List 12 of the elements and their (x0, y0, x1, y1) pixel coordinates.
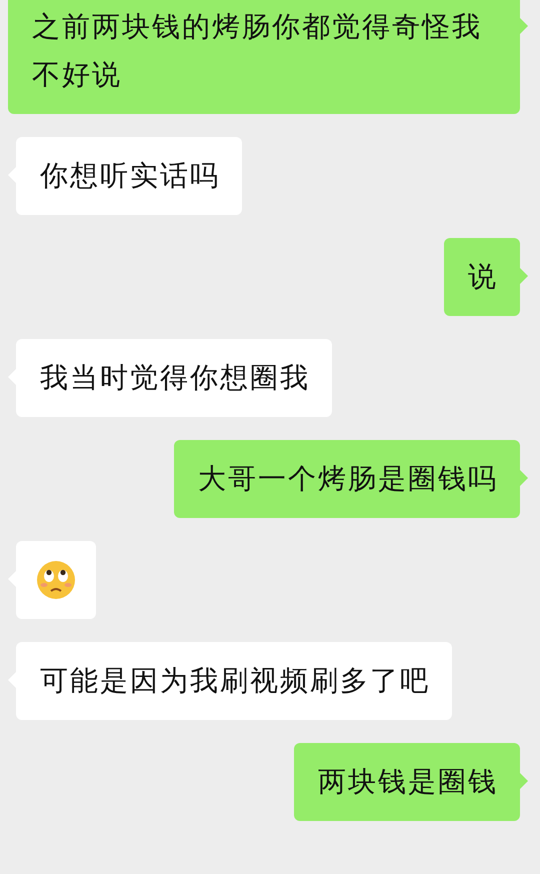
message-bubble: 你想听实话吗 (16, 137, 242, 215)
bubble-tail (520, 268, 528, 284)
message-bubble: 两块钱是圈钱 (294, 743, 520, 821)
message-bubble: 我当时觉得你想圈我 (16, 339, 332, 417)
message-bubble: 大哥一个烤肠是圈钱吗 (174, 440, 520, 518)
message-bubble: 之前两块钱的烤肠你都觉得奇怪我不好说 (8, 0, 520, 114)
bubble-tail (520, 773, 528, 789)
message-bubble: 可能是因为我刷视频刷多了吧 (16, 642, 452, 720)
bubble-tail (520, 470, 528, 486)
emoji-icon (36, 559, 76, 601)
message-bubble: 说 (444, 238, 520, 316)
bubble-tail (520, 18, 528, 34)
